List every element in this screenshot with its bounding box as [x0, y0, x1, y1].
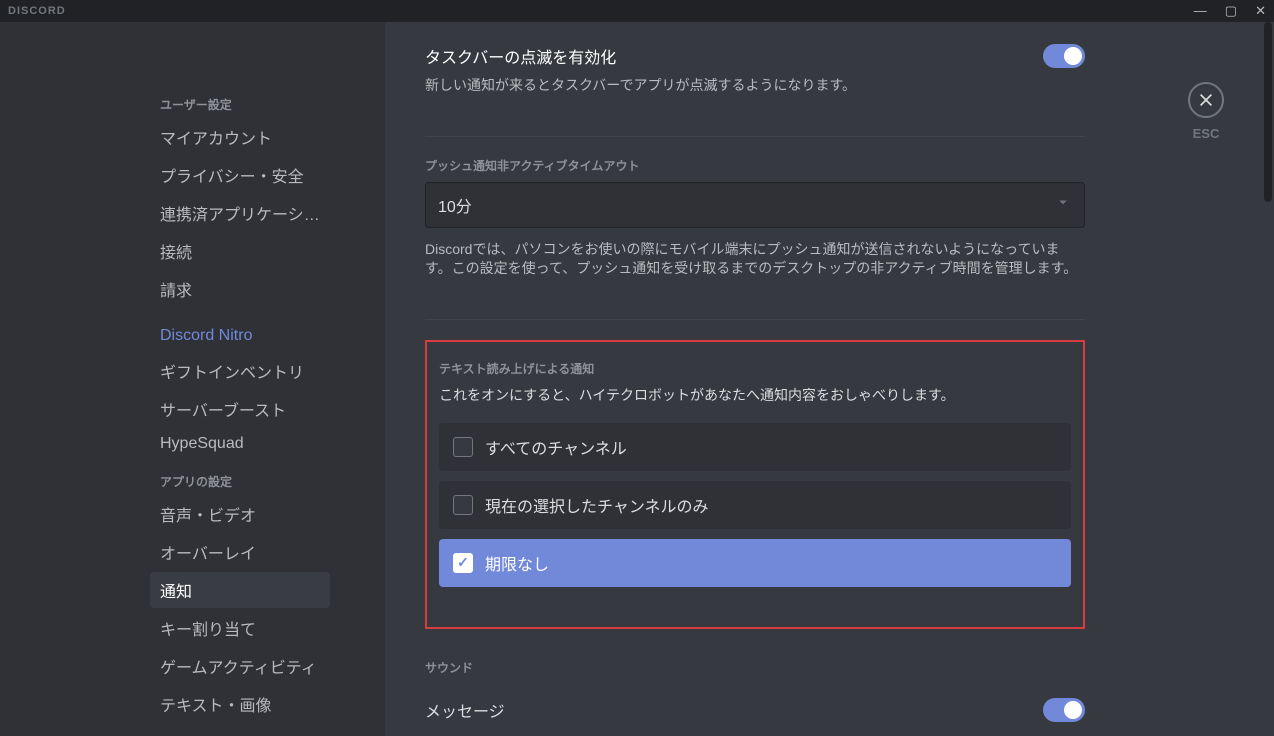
scrollbar[interactable]: [1264, 22, 1272, 736]
sidebar-item-overlay[interactable]: オーバーレイ: [150, 534, 330, 570]
sidebar-item-connections-apps[interactable]: 連携済アプリケーショ...: [150, 195, 330, 231]
sidebar-item-game-activity[interactable]: ゲームアクティビティ: [150, 648, 330, 684]
sidebar-item-voice-video[interactable]: 音声・ビデオ: [150, 496, 330, 532]
sound-row-message: メッセージ: [425, 684, 1085, 736]
maximize-icon[interactable]: ▢: [1225, 3, 1237, 19]
toggle-knob: [1064, 47, 1082, 65]
settings-sidebar: ユーザー設定 マイアカウント プライバシー・安全 連携済アプリケーショ... 接…: [0, 22, 385, 736]
sidebar-item-connections[interactable]: 接続: [150, 233, 330, 269]
tts-label: テキスト読み上げによる通知: [439, 360, 1071, 377]
close-label: ESC: [1193, 126, 1220, 141]
tts-option-all-channels[interactable]: ✓ すべてのチャンネル: [439, 423, 1071, 471]
taskbar-flash-toggle[interactable]: [1043, 44, 1085, 68]
sidebar-item-my-account[interactable]: マイアカウント: [150, 119, 330, 155]
push-timeout-desc: Discordでは、パソコンをお使いの際にモバイル端末にプッシュ通知が送信されな…: [425, 240, 1085, 279]
tts-option-never[interactable]: ✓ 期限なし: [439, 539, 1071, 587]
push-timeout-value: 10分: [438, 193, 472, 217]
sidebar-item-billing[interactable]: 請求: [150, 271, 330, 307]
app-logo: DISCORD: [8, 5, 66, 17]
toggle-knob: [1064, 701, 1082, 719]
checkbox-icon: ✓: [453, 495, 473, 515]
divider: [425, 136, 1085, 137]
sidebar-item-keybinds[interactable]: キー割り当て: [150, 610, 330, 646]
close-settings-button[interactable]: ESC: [1188, 82, 1224, 141]
settings-content: ESC タスクバーの点滅を有効化 新しい通知が来るとタスクバーでアプリが点滅する…: [385, 22, 1274, 736]
tts-option-current-channel[interactable]: ✓ 現在の選択したチャンネルのみ: [439, 481, 1071, 529]
close-window-icon[interactable]: ✕: [1255, 3, 1266, 19]
sidebar-item-nitro[interactable]: Discord Nitro: [150, 321, 330, 351]
titlebar: DISCORD — ▢ ✕: [0, 0, 1274, 22]
chevron-down-icon: [1054, 193, 1072, 216]
scrollbar-thumb[interactable]: [1264, 22, 1272, 202]
sound-message-toggle[interactable]: [1043, 698, 1085, 722]
minimize-icon[interactable]: —: [1194, 3, 1207, 19]
sidebar-header-app: アプリの設定: [150, 467, 330, 496]
tts-highlight-box: テキスト読み上げによる通知 これをオンにすると、ハイテクロボットがあなたへ通知内…: [425, 340, 1085, 629]
sidebar-header-user: ユーザー設定: [150, 90, 330, 119]
close-icon: [1188, 82, 1224, 118]
sidebar-item-text-images[interactable]: テキスト・画像: [150, 686, 330, 722]
tts-option-label: 期限なし: [485, 551, 549, 575]
tts-option-label: すべてのチャンネル: [485, 435, 627, 459]
sidebar-item-hypesquad[interactable]: HypeSquad: [150, 429, 330, 459]
checkbox-icon: ✓: [453, 437, 473, 457]
divider: [425, 319, 1085, 320]
sidebar-item-server-boost[interactable]: サーバーブースト: [150, 391, 330, 427]
window-controls: — ▢ ✕: [1194, 3, 1266, 19]
sidebar-item-gift-inventory[interactable]: ギフトインベントリ: [150, 353, 330, 389]
push-timeout-label: プッシュ通知非アクティブタイムアウト: [425, 157, 1085, 174]
tts-desc: これをオンにすると、ハイテクロボットがあなたへ通知内容をおしゃべりします。: [439, 385, 1071, 405]
push-timeout-select[interactable]: 10分: [425, 182, 1085, 228]
sidebar-item-notifications[interactable]: 通知: [150, 572, 330, 608]
sidebar-item-privacy[interactable]: プライバシー・安全: [150, 157, 330, 193]
checkbox-icon: ✓: [453, 553, 473, 573]
taskbar-flash-desc: 新しい通知が来るとタスクバーでアプリが点滅するようになります。: [425, 76, 1085, 96]
sidebar-item-theme[interactable]: テーマ: [150, 724, 330, 736]
sound-message-label: メッセージ: [425, 698, 505, 722]
taskbar-flash-title: タスクバーの点滅を有効化: [425, 44, 616, 68]
sounds-label: サウンド: [425, 659, 1085, 676]
tts-option-label: 現在の選択したチャンネルのみ: [485, 493, 709, 517]
